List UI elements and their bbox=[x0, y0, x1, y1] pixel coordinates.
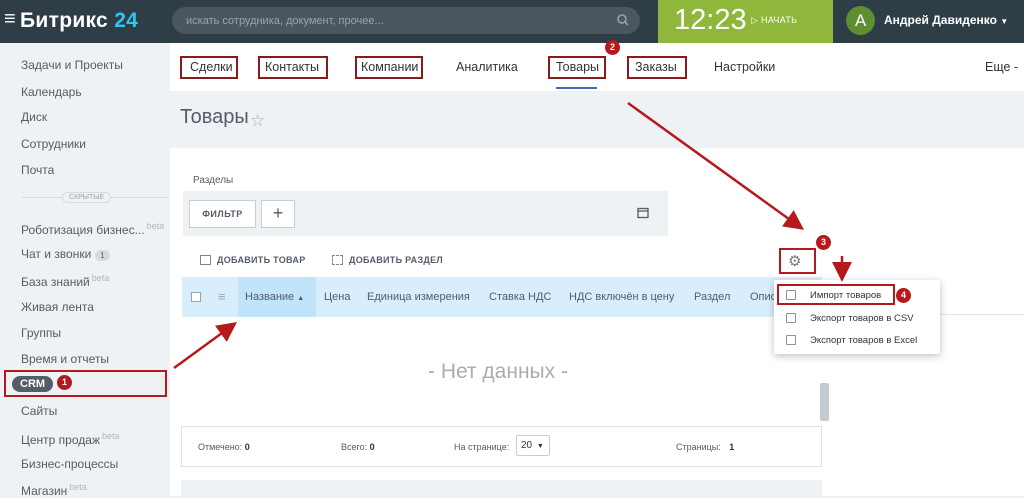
tab-settings[interactable]: Настройки bbox=[714, 60, 775, 74]
sidebar-item-disk[interactable]: Диск bbox=[21, 110, 47, 124]
pages: Страницы: 1 bbox=[676, 442, 734, 452]
sidebar-item-feed[interactable]: Живая лента bbox=[21, 300, 94, 314]
sidebar-item-sales-center[interactable]: Центр продаж beta bbox=[21, 431, 120, 447]
avatar[interactable]: А bbox=[846, 6, 875, 35]
sort-asc-icon: ▲ bbox=[297, 295, 305, 302]
sidebar-item-crm[interactable]: CRM bbox=[12, 376, 54, 392]
annotation-badge-3: 3 bbox=[816, 235, 831, 250]
folder-plus-icon bbox=[332, 255, 343, 265]
tab-products[interactable]: Товары bbox=[556, 60, 599, 74]
sidebar-item-knowledge[interactable]: База знаний beta bbox=[21, 273, 109, 289]
sidebar-item-calendar[interactable]: Календарь bbox=[21, 85, 82, 99]
tab-analytics[interactable]: Аналитика bbox=[456, 60, 518, 74]
column-label: Название bbox=[245, 291, 295, 303]
sidebar-item-label: Роботизация бизнес... bbox=[21, 223, 145, 237]
column-vat-rate[interactable]: Ставка НДС bbox=[489, 291, 551, 303]
search-input[interactable] bbox=[172, 7, 640, 34]
sidebar-item-employees[interactable]: Сотрудники bbox=[21, 137, 86, 151]
add-button[interactable]: + bbox=[261, 200, 295, 228]
beta-label: beta bbox=[146, 221, 165, 231]
logo-number: 24 bbox=[114, 9, 139, 32]
column-price[interactable]: Цена bbox=[324, 291, 350, 303]
annotation-badge-2: 2 bbox=[605, 40, 620, 55]
column-name[interactable]: Название ▲ bbox=[245, 291, 304, 303]
side-panel-handle[interactable] bbox=[820, 383, 829, 421]
beta-label: beta bbox=[91, 273, 110, 283]
total-count: Всего: 0 bbox=[341, 442, 375, 452]
beta-label: beta bbox=[101, 431, 120, 441]
start-label: НАЧАТЬ bbox=[761, 15, 798, 25]
menu-item-export-excel[interactable]: Экспорт товаров в Excel bbox=[810, 335, 917, 346]
sidebar-item-sites[interactable]: Сайты bbox=[21, 404, 57, 418]
pages-value[interactable]: 1 bbox=[729, 442, 734, 452]
add-section-label: ДОБАВИТЬ РАЗДЕЛ bbox=[349, 255, 444, 265]
annotation-badge-1: 1 bbox=[57, 375, 72, 390]
tab-deals[interactable]: Сделки bbox=[190, 60, 233, 74]
sidebar-item-label: Чат и звонки bbox=[21, 247, 92, 261]
tab-orders[interactable]: Заказы bbox=[635, 60, 677, 74]
selected-count: Отмечено: 0 bbox=[198, 442, 250, 452]
column-section[interactable]: Раздел bbox=[694, 291, 730, 303]
per-page-label: На странице: bbox=[454, 442, 510, 452]
pages-label: Страницы: bbox=[676, 442, 721, 452]
sidebar-item-bizproc[interactable]: Бизнес-процессы bbox=[21, 457, 118, 471]
total-count-value: 0 bbox=[369, 442, 375, 452]
column-description[interactable]: Опис bbox=[750, 291, 776, 303]
sections-label[interactable]: Разделы bbox=[193, 175, 233, 186]
menu-item-export-csv[interactable]: Экспорт товаров в CSV bbox=[810, 313, 914, 324]
page-title: Товары bbox=[180, 106, 249, 128]
select-all-checkbox[interactable] bbox=[191, 292, 201, 302]
filter-button[interactable]: ФИЛЬТР bbox=[189, 200, 256, 228]
sidebar-item-mail[interactable]: Почта bbox=[21, 163, 54, 177]
search-box[interactable] bbox=[172, 7, 640, 34]
add-product-button[interactable]: ДОБАВИТЬ ТОВАР bbox=[200, 255, 306, 265]
gear-icon[interactable]: ⚙ bbox=[788, 252, 801, 270]
search-icon[interactable] bbox=[616, 13, 630, 27]
sidebar-item-label: Центр продаж bbox=[21, 433, 100, 447]
sidebar-item-groups[interactable]: Группы bbox=[21, 326, 61, 340]
selected-count-label: Отмечено: bbox=[198, 442, 243, 452]
add-section-button[interactable]: ДОБАВИТЬ РАЗДЕЛ bbox=[332, 255, 443, 265]
sidebar-item-label: База знаний bbox=[21, 275, 90, 289]
hidden-section-label[interactable]: СКРЫТЫЕ bbox=[62, 192, 112, 203]
user-name: Андрей Давиденко bbox=[884, 13, 997, 27]
export-excel-icon bbox=[786, 335, 796, 345]
menu-icon[interactable]: ≡ bbox=[4, 8, 16, 31]
import-highlight-box bbox=[777, 284, 895, 305]
tab-more[interactable]: Еще - bbox=[985, 60, 1018, 74]
annotation-badge-4: 4 bbox=[896, 288, 911, 303]
page-header bbox=[170, 91, 1024, 148]
sidebar-item-tasks[interactable]: Задачи и Проекты bbox=[21, 58, 123, 72]
column-vat-included[interactable]: НДС включён в цену bbox=[569, 291, 674, 303]
export-csv-icon bbox=[786, 313, 796, 323]
tab-contacts[interactable]: Контакты bbox=[265, 60, 319, 74]
column-menu-icon[interactable]: ≡ bbox=[218, 289, 226, 304]
column-unit[interactable]: Единица измерения bbox=[367, 291, 470, 303]
sidebar-item-chat[interactable]: Чат и звонки 1 bbox=[21, 247, 110, 261]
star-icon[interactable]: ☆ bbox=[250, 111, 265, 131]
document-icon bbox=[200, 255, 211, 265]
empty-state-text: - Нет данных - bbox=[428, 360, 568, 383]
tab-companies[interactable]: Компании bbox=[361, 60, 418, 74]
logo[interactable]: Битрикс 24 bbox=[20, 9, 138, 33]
beta-label: beta bbox=[69, 482, 87, 492]
selected-count-value: 0 bbox=[244, 442, 250, 452]
total-count-label: Всего: bbox=[341, 442, 368, 452]
counter-badge: 1 bbox=[95, 250, 110, 261]
chevron-down-icon: ▼ bbox=[536, 443, 544, 450]
active-tab-indicator bbox=[556, 87, 597, 89]
start-workday-button[interactable]: ▷ НАЧАТЬ bbox=[751, 15, 797, 26]
layout-toggle-icon[interactable] bbox=[637, 207, 649, 219]
clock-time: 12:23 bbox=[674, 4, 747, 36]
logo-main: Битрикс bbox=[20, 9, 109, 32]
add-product-label: ДОБАВИТЬ ТОВАР bbox=[217, 255, 306, 265]
sidebar-item-robotization[interactable]: Роботизация бизнес... beta bbox=[21, 221, 164, 237]
play-icon: ▷ bbox=[751, 15, 762, 25]
chevron-down-icon: ▼ bbox=[1000, 17, 1009, 26]
per-page-select[interactable]: 20 ▼ bbox=[516, 435, 550, 456]
sidebar-item-time-reports[interactable]: Время и отчеты bbox=[21, 352, 109, 366]
per-page-value: 20 bbox=[521, 440, 533, 451]
next-section-bg bbox=[181, 480, 822, 496]
user-menu[interactable]: Андрей Давиденко ▼ bbox=[884, 13, 1008, 27]
